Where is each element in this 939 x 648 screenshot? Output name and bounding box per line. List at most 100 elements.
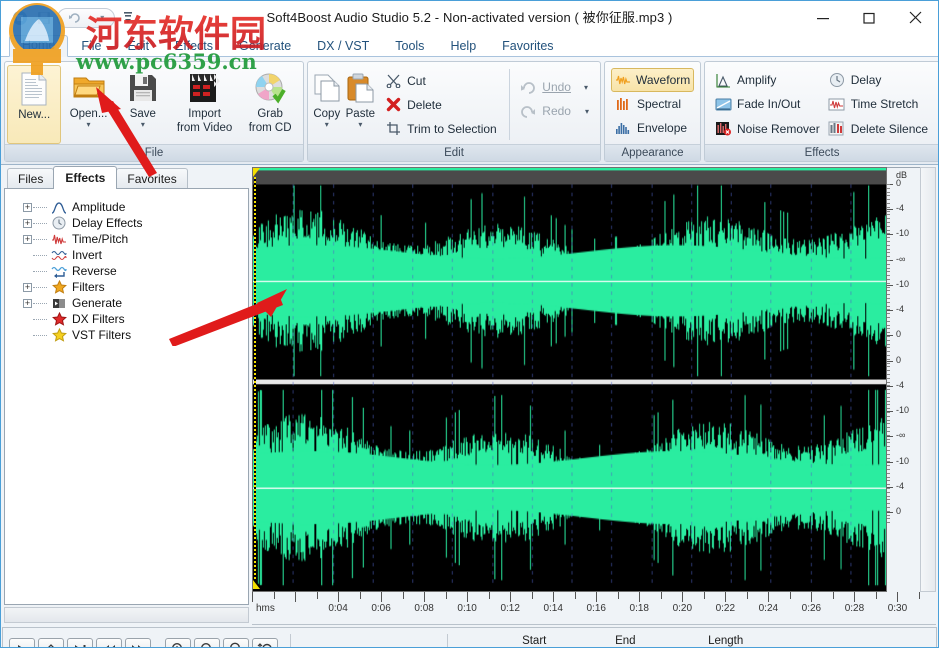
spectral-view-button[interactable]: Spectral [611,92,694,116]
save-button[interactable]: Save ▾ [116,65,170,144]
time-stretch-icon [828,95,846,113]
tab-generate[interactable]: Generate [226,37,304,57]
db-minor-tick [887,328,890,329]
tab-favorites[interactable]: Favorites [489,37,566,57]
effects-tree[interactable]: + Amplitude + Delay Effects + [4,188,249,605]
play-button[interactable] [9,638,35,648]
tab-effects-panel[interactable]: Effects [53,166,117,189]
tree-item-dx-filters[interactable]: DX Filters [11,311,242,327]
copy-button[interactable]: Copy ▾ [310,65,344,144]
timeline-ruler[interactable]: hms 0:040:060:080:100:120:140:160:180:20… [252,592,936,625]
tab-files[interactable]: Files [7,168,54,189]
db-minor-tick [887,374,890,375]
selection-end-marker[interactable] [253,580,260,589]
db-tick: 0 [887,335,920,345]
db-minor-tick [887,408,890,409]
delete-silence-button[interactable]: Delete Silence [825,117,933,141]
ruler-tick [467,592,468,602]
qat-app-icon[interactable] [9,8,31,28]
zoom-vertical-in-button[interactable] [252,638,278,648]
tab-dx-vst[interactable]: DX / VST [304,37,382,57]
ruler-label: 0:14 [543,603,562,614]
ruler-tick [252,592,253,602]
expander-plus-icon[interactable]: + [23,203,32,212]
left-panel-horizontal-scrollbar[interactable] [4,607,249,623]
open-chevron-down-icon[interactable]: ▾ [87,121,91,128]
tab-home[interactable]: Home [9,35,68,57]
amplify-button[interactable]: Amplify [711,68,825,92]
delay-button[interactable]: Delay [825,68,933,92]
tab-tools[interactable]: Tools [382,37,437,57]
trim-to-selection-button[interactable]: Trim to Selection [381,117,502,141]
db-minor-tick [887,412,890,413]
paste-button[interactable]: Paste ▾ [344,65,378,144]
tree-item-generate[interactable]: + Generate [11,295,242,311]
copy-chevron-down-icon[interactable]: ▾ [325,121,329,128]
db-minor-tick [887,401,890,402]
envelope-view-button[interactable]: Envelope [611,116,694,140]
waveform-editor: dB0-4-10-∞-10-400-4-10-∞-10-40 hms 0:040… [251,165,938,625]
ruler-tick [575,592,576,599]
new-button[interactable]: New... [7,65,61,144]
tree-item-filters[interactable]: + Filters [11,279,242,295]
expander-plus-icon[interactable]: + [23,299,32,308]
db-minor-tick [887,249,890,250]
cut-button[interactable]: Cut [381,69,502,93]
tab-file[interactable]: File [68,37,114,57]
open-button[interactable]: Open... ▾ [61,65,115,144]
db-minor-tick [887,382,890,383]
tree-item-vst-filters[interactable]: VST Filters [11,327,242,343]
redo-chevron-down-icon[interactable]: ▾ [585,108,589,115]
qat-undo-redo-group[interactable]: ▾ [57,8,115,28]
tree-item-amplitude[interactable]: + Amplitude [11,199,242,215]
zoom-in-button[interactable] [165,638,191,648]
play-to-end-button[interactable] [67,638,93,648]
ruler-tick [768,592,769,602]
ruler-tick [295,592,296,602]
undo-button[interactable]: Undo ▾ [516,75,594,99]
tab-edit[interactable]: Edit [115,37,163,57]
paste-chevron-down-icon[interactable]: ▾ [358,121,362,128]
expander-plus-icon[interactable]: + [23,219,32,228]
tree-item-time-pitch[interactable]: + Time/Pitch [11,231,242,247]
tree-item-delay-effects[interactable]: + Delay Effects [11,215,242,231]
expander-plus-icon[interactable]: + [23,283,32,292]
expander-plus-icon[interactable]: + [23,235,32,244]
noise-remover-button[interactable]: Noise Remover [711,117,825,141]
db-minor-tick [887,469,890,470]
qat-save-icon[interactable] [33,8,55,28]
redo-button[interactable]: Redo ▾ [516,99,594,123]
zoom-out-button[interactable] [194,638,220,648]
tab-favorites-panel[interactable]: Favorites [116,168,187,189]
waveform-area: dB0-4-10-∞-10-400-4-10-∞-10-40 [252,167,936,592]
undo-chevron-down-icon[interactable]: ▾ [584,84,588,91]
rewind-button[interactable] [96,638,122,648]
close-button[interactable] [892,1,938,34]
waveform-vertical-scrollbar[interactable] [920,167,936,592]
waveform-canvas[interactable] [252,167,887,592]
zoom-100-button[interactable]: 100 [223,638,249,648]
tab-help[interactable]: Help [437,37,489,57]
minimize-button[interactable] [800,1,846,34]
import-from-video-button[interactable]: Import from Video [170,65,239,144]
fast-forward-button[interactable] [125,638,151,648]
save-chevron-down-icon[interactable]: ▾ [141,121,145,128]
delete-button[interactable]: Delete [381,93,502,117]
loop-button[interactable] [38,638,64,648]
tree-item-invert[interactable]: Invert [11,247,242,263]
qat-customize-button[interactable] [117,8,139,28]
scissors-icon [384,72,402,90]
delete-x-icon [384,96,402,114]
tab-effects[interactable]: Effects [162,37,226,57]
selection-start-marker[interactable] [253,168,260,177]
tree-item-reverse[interactable]: Reverse [11,263,242,279]
waveform-view-button[interactable]: Waveform [611,68,694,92]
grab-from-cd-button[interactable]: Grab from CD [239,65,301,144]
time-stretch-button[interactable]: Time Stretch [825,92,933,116]
fade-in-out-button[interactable]: Fade In/Out [711,92,825,116]
selection-marker-column[interactable] [253,168,260,591]
db-minor-tick [887,260,890,261]
db-minor-tick [887,439,890,440]
maximize-button[interactable] [846,1,892,34]
undo-redo-column: Undo ▾ Redo ▾ [512,65,598,144]
